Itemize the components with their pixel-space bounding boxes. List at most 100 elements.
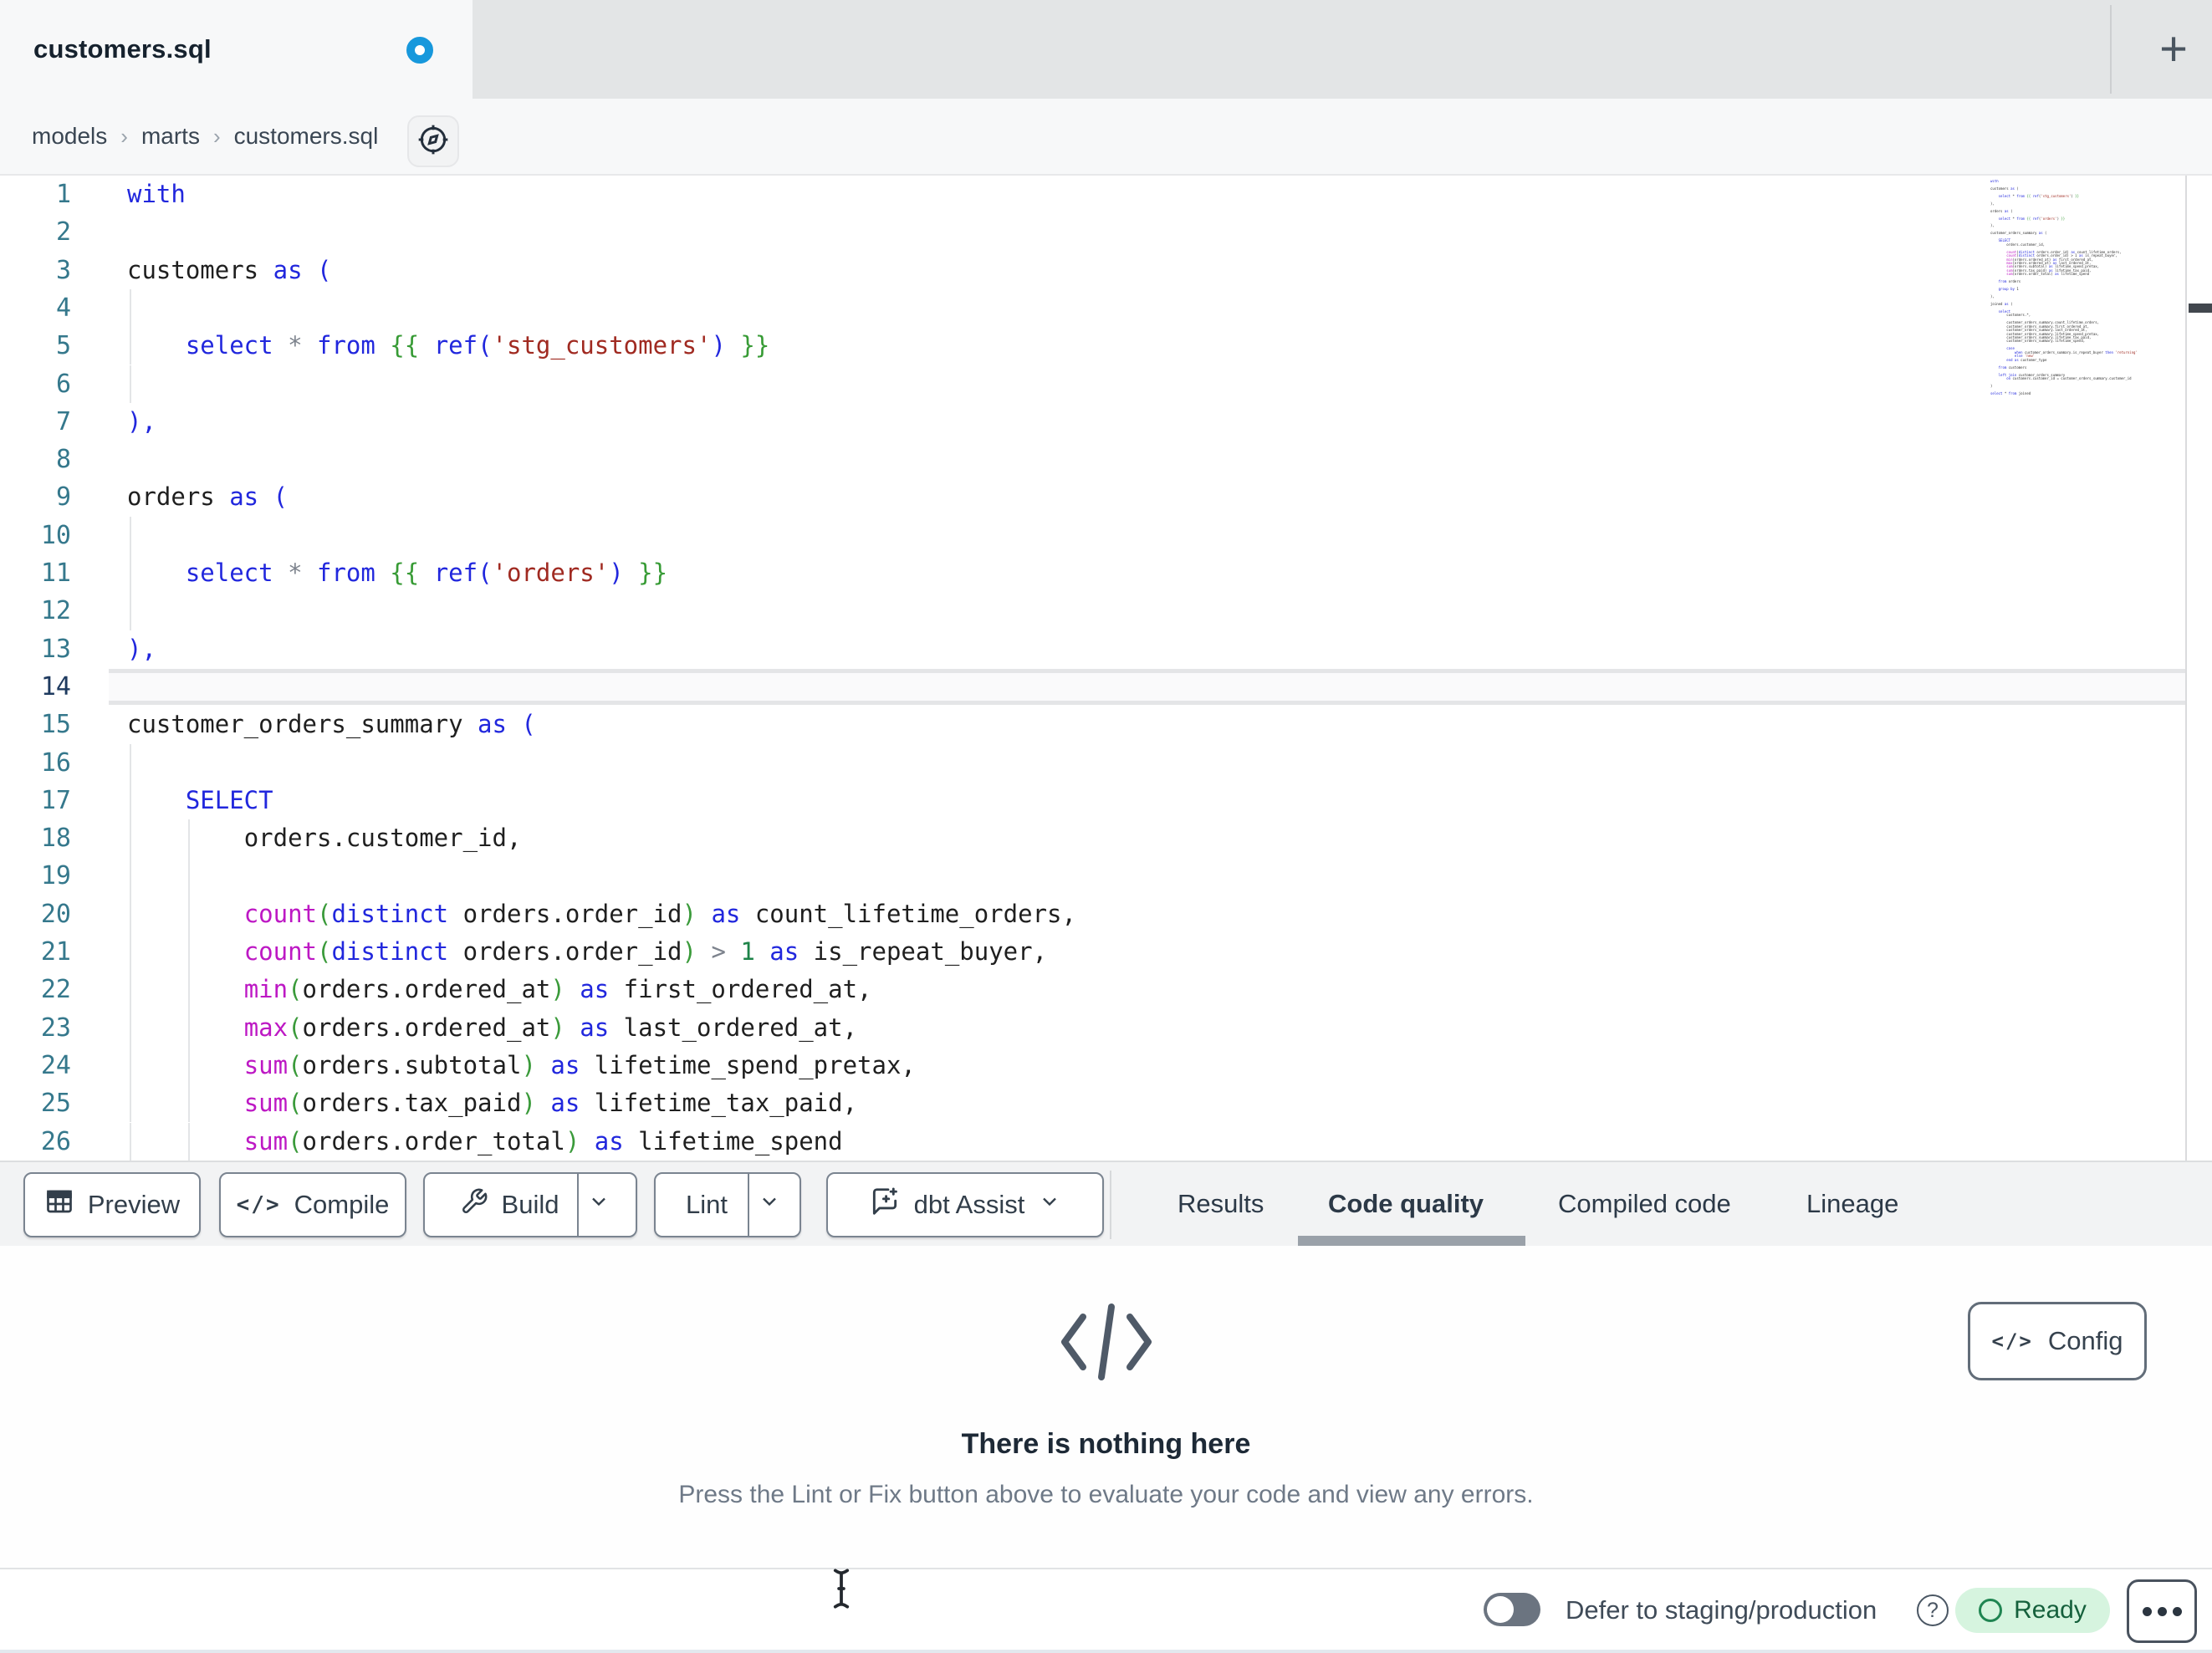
code-line[interactable]: 11 select * from {{ ref('orders') }} — [0, 554, 2185, 593]
code-line[interactable]: 17 SELECT — [0, 781, 2185, 820]
preview-button-label: Preview — [87, 1190, 181, 1219]
code-text: ), — [127, 634, 156, 663]
minimap-line: select * from joined — [1990, 390, 2031, 395]
text-cursor-pointer — [826, 1567, 856, 1615]
breadcrumb-item-file[interactable]: customers.sql — [234, 123, 379, 150]
assist-sparkle-chat-icon — [869, 1186, 901, 1224]
overflow-menu-button[interactable] — [2127, 1579, 2197, 1643]
line-number: 14 — [40, 671, 71, 702]
code-line[interactable]: 15 customer_orders_summary as ( — [0, 706, 2185, 743]
line-number: 15 — [40, 710, 71, 740]
editor-right-divider — [2185, 176, 2187, 1161]
code-line[interactable]: 25 sum(orders.tax_paid) as lifetime_tax_… — [0, 1084, 2185, 1123]
line-number: 24 — [40, 1050, 71, 1080]
line-number: 16 — [40, 747, 71, 778]
code-line[interactable]: 10 — [0, 516, 2185, 554]
code-editor[interactable]: 1 with 2 3 customers as (4 5 select * from {{… — [0, 176, 2212, 1161]
code-quality-panel: There is nothing here Press the Lint or … — [0, 1246, 2212, 1568]
tab-lineage[interactable]: Lineage — [1806, 1162, 1898, 1246]
lint-dropdown-button[interactable] — [749, 1190, 789, 1220]
new-tab-button[interactable]: + — [2138, 12, 2209, 87]
compile-button-label: Compile — [294, 1190, 390, 1219]
line-number: 25 — [40, 1089, 71, 1119]
plus-icon: + — [2159, 22, 2188, 76]
lint-button[interactable]: Lint — [666, 1190, 748, 1220]
code-brackets-icon — [1056, 1300, 1157, 1388]
code-line[interactable]: 3 customers as ( — [0, 252, 2185, 289]
line-number: 2 — [55, 217, 71, 247]
line-number: 26 — [40, 1126, 71, 1156]
toggle-knob — [1487, 1596, 1514, 1623]
code-line[interactable]: 26 sum(orders.order_total) as lifetime_s… — [0, 1122, 2185, 1161]
compile-button[interactable]: </> Compile — [219, 1172, 406, 1237]
indent-guide — [130, 857, 131, 895]
breadcrumb-separator: › — [120, 123, 128, 149]
code-line[interactable]: 18 orders.customer_id, — [0, 819, 2185, 858]
code-line[interactable]: 24 sum(orders.subtotal) as lifetime_spen… — [0, 1046, 2185, 1085]
code-line[interactable]: 12 — [0, 592, 2185, 630]
code-line[interactable]: 7), — [0, 403, 2185, 441]
tab-results-label: Results — [1178, 1189, 1264, 1218]
breadcrumb: models › marts › customers.sql — [32, 99, 378, 174]
config-button-label: Config — [2047, 1326, 2123, 1355]
line-number: 23 — [40, 1013, 71, 1043]
tab-results[interactable]: Results — [1178, 1162, 1264, 1246]
indent-guide — [130, 743, 131, 782]
breadcrumb-row: models › marts › customers.sql — [0, 99, 2212, 268]
line-number: 17 — [40, 785, 71, 815]
tab-compiled-code[interactable]: Compiled code — [1558, 1162, 1731, 1246]
code-icon: </> — [1991, 1329, 2033, 1353]
code-line[interactable]: 8 — [0, 441, 2185, 478]
dot-icon — [2172, 1606, 2182, 1616]
code-line[interactable]: 16 — [0, 743, 2185, 782]
code-line[interactable]: 1 with — [0, 176, 2185, 213]
build-button[interactable]: Build — [442, 1187, 578, 1222]
code-line[interactable]: 23 max(orders.ordered_at) as last_ordere… — [0, 1008, 2185, 1047]
file-tab-customers-sql[interactable]: customers.sql — [0, 0, 473, 99]
chevron-down-icon — [587, 1190, 610, 1220]
code-line[interactable]: 20 count(distinct orders.order_id) as co… — [0, 895, 2185, 933]
code-line[interactable]: 2 — [0, 213, 2185, 251]
code-line[interactable]: 14 — [0, 668, 2185, 706]
tabbar-divider — [2110, 5, 2112, 94]
line-number: 7 — [55, 406, 71, 436]
lint-split-button[interactable]: Lint — [654, 1172, 801, 1237]
line-number: 5 — [55, 331, 71, 361]
unsaved-changes-dot — [406, 37, 433, 64]
code-line[interactable]: 9 orders as ( — [0, 478, 2185, 516]
breadcrumb-item-models[interactable]: models — [32, 123, 107, 150]
chevron-down-icon — [758, 1190, 781, 1220]
build-split-button[interactable]: Build — [423, 1172, 637, 1237]
code-line[interactable]: 21 count(distinct orders.order_id) > 1 a… — [0, 933, 2185, 972]
dbt-assist-button[interactable]: dbt Assist — [826, 1172, 1104, 1237]
line-number: 9 — [55, 482, 71, 513]
wrench-icon — [460, 1187, 488, 1222]
code-text: count(distinct orders.order_id) as count… — [243, 899, 1076, 928]
code-line[interactable]: 6 — [0, 365, 2185, 403]
preview-button[interactable]: Preview — [23, 1172, 201, 1237]
minimap[interactable]: with customers as ( select * from {{ ref… — [1990, 180, 2158, 406]
dbt-assist-label: dbt Assist — [913, 1190, 1025, 1219]
defer-toggle[interactable] — [1484, 1593, 1540, 1626]
code-line[interactable]: 5 select * from {{ ref('stg_customers') … — [0, 327, 2185, 365]
scrollbar-thumb[interactable] — [2189, 304, 2212, 313]
status-bar: Defer to staging/production ? Ready — [0, 1568, 2212, 1653]
indent-guide — [188, 857, 190, 895]
line-number: 3 — [55, 255, 71, 285]
breadcrumb-item-marts[interactable]: marts — [141, 123, 200, 150]
code-text: customer_orders_summary as ( — [127, 710, 536, 739]
help-icon[interactable]: ? — [1917, 1594, 1949, 1626]
code-text: customers as ( — [127, 255, 332, 284]
line-number: 6 — [55, 369, 71, 399]
code-text: select * from {{ ref('stg_customers') }} — [185, 331, 770, 360]
explore-lineage-button[interactable] — [407, 115, 459, 167]
code-line[interactable]: 13), — [0, 630, 2185, 668]
code-line[interactable]: 4 — [0, 288, 2185, 328]
code-line[interactable]: 22 min(orders.ordered_at) as first_order… — [0, 971, 2185, 1009]
code-line[interactable]: 19 — [0, 857, 2185, 895]
chevron-down-icon — [1038, 1190, 1061, 1220]
config-button[interactable]: </> Config — [1968, 1302, 2147, 1380]
build-dropdown-button[interactable] — [579, 1190, 619, 1220]
status-dot-icon — [1979, 1599, 2003, 1622]
tab-code-quality[interactable]: Code quality — [1328, 1162, 1484, 1246]
